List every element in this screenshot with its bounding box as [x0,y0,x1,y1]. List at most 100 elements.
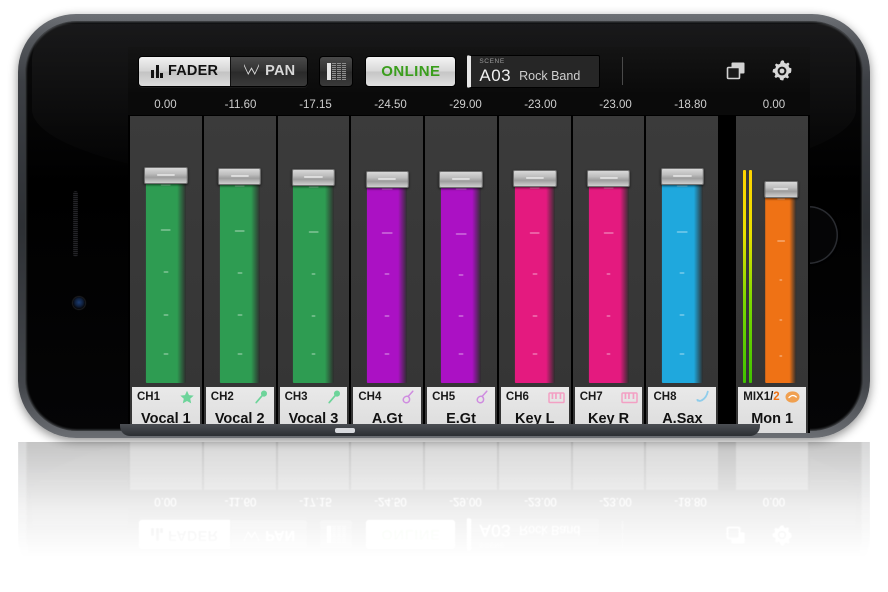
fader-value-ch1: 0.00 [128,99,203,111]
channel-id: CH1 [137,391,160,403]
toolbar-divider [622,57,623,85]
channel-id: CH4 [358,391,381,403]
online-label: ONLINE [381,63,440,80]
fader-track-ch3[interactable] [293,124,333,383]
phone-bottom-marker [335,428,355,433]
fader-handle[interactable] [218,168,261,185]
fader-value-ch6: -23.00 [503,99,578,111]
fader-handle[interactable] [292,169,335,186]
fader-track-ch6[interactable] [515,124,555,383]
channel-strip[interactable]: CH6Key L [499,116,573,433]
phone-device: FADER PAN ONLINE SCENE [18,442,870,592]
view-mode-segmented-control[interactable]: FADER PAN [138,56,308,87]
reflection-fader-value-row: 0.00-11.60-17.15-24.50-29.00-23.00-23.00… [128,490,810,511]
channel-strip[interactable]: CH3Vocal 3 [278,116,352,433]
reflection-toolbar-actions [722,521,800,549]
channel-strip[interactable]: CH7Key R [573,116,647,433]
online-status-button[interactable]: ONLINE [365,56,456,87]
channel-id: CH7 [580,391,603,403]
scene-name: Rock Band [519,69,580,84]
channel-id: CH2 [211,391,234,403]
reflection-fader-value-ch1: 0.00 [128,495,203,507]
channel-strip[interactable]: CH1Vocal 1 [128,116,204,433]
pan-icon [243,63,260,80]
reflection-scene-kicker-label: SCENE [479,542,504,549]
fader-track-ch1[interactable] [146,124,186,383]
keyboard-icon [621,390,637,405]
scene-selector[interactable]: SCENE A03 Rock Band [467,55,600,88]
fader-track-ch2[interactable] [220,124,260,383]
nameplate-top: CH3 [280,387,348,407]
fader-handle[interactable] [587,170,630,187]
fader-fill [588,183,628,383]
star-icon [179,390,195,405]
nameplate-top: MIX1/2 [738,387,806,407]
level-meter-icon [327,63,346,80]
fader-fill [662,181,702,383]
fader-track-ch7[interactable] [588,124,628,383]
fader-scale-ticks [662,181,702,383]
gear-icon[interactable] [768,57,796,85]
channel-strip[interactable]: CH2Vocal 2 [204,116,278,433]
reflection-tab-pan-label: PAN [265,527,295,543]
fader-scale-ticks [146,180,186,383]
channel-strip[interactable]: CH4A.Gt [351,116,425,433]
fader-fill [293,182,333,383]
fader-scale-ticks [515,183,555,383]
fader-scale-ticks [367,184,407,383]
scene-id: A03 [479,67,511,84]
reflection-fader-value-ch3: -17.15 [278,495,353,507]
reflection-channel-strip: CH5E.Gt [425,442,499,490]
reflection-fader-value-mix: 0.00 [738,495,810,507]
nameplate-top: CH6 [501,387,569,407]
fader-track-ch5[interactable] [441,124,481,383]
mix-strip[interactable]: MIX1/2Mon 1 [734,116,810,433]
tab-pan[interactable]: PAN [230,57,307,86]
fader-track-ch8[interactable] [662,124,702,383]
reflection-fader-track-ch8 [662,442,702,482]
earpiece-speaker-icon [73,191,78,257]
front-camera-icon [73,297,85,309]
fader-track-mix[interactable] [765,124,797,383]
reflection-channel-strip: CH3Vocal 3 [278,442,352,490]
phone-device: FADER PAN ONLINE SCENE [18,14,870,438]
nameplate-top: CH2 [206,387,274,407]
reflection-gear-icon [768,521,796,549]
fader-handle[interactable] [144,167,187,184]
fader-value-ch3: -17.15 [278,99,353,111]
reflection-fader-track-ch7 [588,442,628,482]
fader-handle[interactable] [366,171,409,188]
reflection-fader-bars-icon [151,529,163,542]
reflection-view-mode-segmented-control: FADER PAN [138,520,308,551]
fader-handle[interactable] [439,171,482,188]
tab-fader[interactable]: FADER [139,57,230,86]
channel-id: CH3 [285,391,308,403]
fader-handle[interactable] [661,168,704,185]
fader-track-ch4[interactable] [367,124,407,383]
channel-id: CH5 [432,391,455,403]
reflection-fader-value-ch2: -11.60 [203,495,278,507]
fader-fill [515,183,555,383]
reflection-fader-track-ch1 [146,442,186,482]
reflection-fader-value-ch6: -23.00 [503,495,578,507]
screenshot-root: FADER PAN ONLINE SCENE [0,0,888,592]
fader-fill [146,180,186,383]
reflection-app-screen: FADER PAN ONLINE SCENE [128,442,810,559]
tab-fader-label: FADER [168,63,218,79]
channel-strip[interactable]: CH8A.Sax [646,116,720,433]
meter-view-button[interactable] [319,56,353,87]
channel-strip[interactable]: CH5E.Gt [425,116,499,433]
nameplate-top: CH7 [575,387,643,407]
reflection-fader-value-ch8: -18.80 [653,495,728,507]
reflection-tab-fader: FADER [139,521,230,550]
fader-handle[interactable] [764,181,798,198]
scene-kicker-label: SCENE [479,58,504,65]
nameplate-top: CH1 [132,387,200,407]
channel-id: CH6 [506,391,529,403]
reflection-channel-strip: CH4A.Gt [351,442,425,490]
reflection-fader-value-ch7: -23.00 [578,495,653,507]
reflection-online-label: ONLINE [381,527,440,544]
copy-layers-icon[interactable] [722,57,750,85]
channel-id: CH8 [653,391,676,403]
fader-handle[interactable] [513,170,556,187]
